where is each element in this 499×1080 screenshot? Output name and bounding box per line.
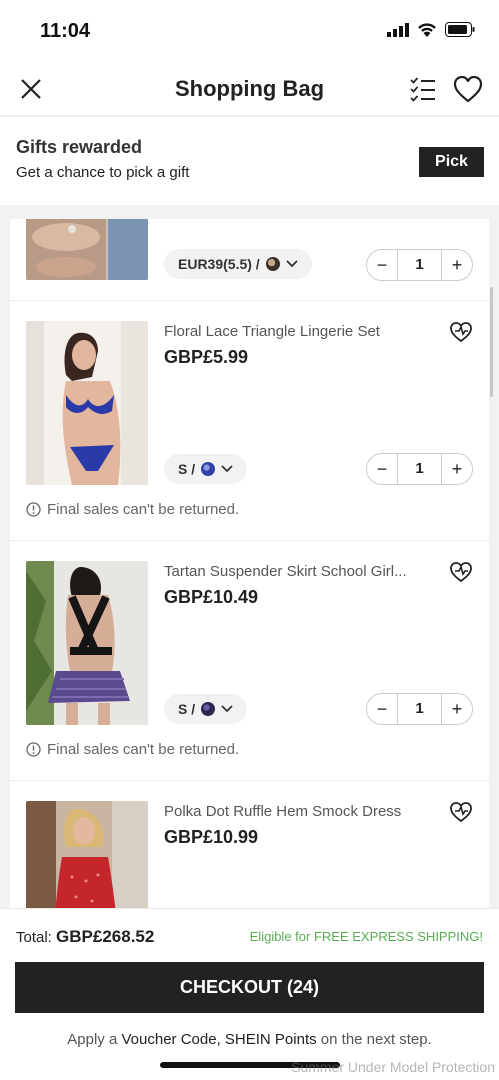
product-name[interactable]: Tartan Suspender Skirt School Girl... xyxy=(164,563,434,580)
scrollbar[interactable] xyxy=(490,287,493,397)
pick-button[interactable]: Pick xyxy=(419,147,484,177)
checkout-footer: Total: GBP£268.52 Eligible for FREE EXPR… xyxy=(0,908,499,1080)
product-image[interactable] xyxy=(26,801,148,909)
voucher-hint: Apply a Voucher Code, SHEIN Points on th… xyxy=(0,1031,499,1048)
product-price: GBP£10.49 xyxy=(164,587,259,607)
cart-item: Floral Lace Triangle Lingerie Set GBP£5.… xyxy=(10,301,489,541)
variant-label: S / xyxy=(178,461,196,477)
total-row: Total: GBP£268.52 xyxy=(16,927,154,947)
final-sale-notice: Final sales can't be returned. xyxy=(26,741,239,758)
cart-item: Tartan Suspender Skirt School Girl... GB… xyxy=(10,541,489,781)
signal-icon xyxy=(387,22,409,37)
gifts-banner: Gifts rewarded Get a chance to pick a gi… xyxy=(0,117,499,205)
quantity-stepper: − 1 + xyxy=(366,453,473,485)
voucher-code-link[interactable]: Voucher Code, xyxy=(122,1031,221,1048)
decrease-button[interactable]: − xyxy=(367,250,397,280)
apply-prefix: Apply a xyxy=(67,1031,118,1048)
color-swatch xyxy=(265,257,280,271)
color-swatch xyxy=(201,702,216,716)
header-bar: Shopping Bag xyxy=(0,62,499,116)
quantity-stepper: − 1 + xyxy=(366,249,473,281)
variant-label: S / xyxy=(178,701,196,717)
increase-button[interactable]: + xyxy=(442,454,472,484)
shopping-bag-screen: 11:04 Shopping Bag Gifts rewarded Get a … xyxy=(0,0,499,1080)
status-time: 11:04 xyxy=(40,20,91,42)
chevron-down-icon xyxy=(221,465,233,473)
heart-plus-icon[interactable] xyxy=(449,321,473,343)
increase-button[interactable]: + xyxy=(442,250,472,280)
decrease-button[interactable]: − xyxy=(367,694,397,724)
product-image[interactable] xyxy=(26,321,148,485)
variant-selector[interactable]: S / xyxy=(164,694,248,724)
gifts-subtitle: Get a chance to pick a gift xyxy=(16,164,190,181)
shein-points-link[interactable]: SHEIN Points xyxy=(225,1031,317,1048)
final-sale-text: Final sales can't be returned. xyxy=(47,501,240,518)
status-bar: 11:04 xyxy=(0,0,499,62)
apply-suffix: on the next step. xyxy=(320,1031,432,1048)
info-circle-icon xyxy=(26,502,41,517)
product-name[interactable]: Floral Lace Triangle Lingerie Set xyxy=(164,323,434,340)
color-swatch xyxy=(201,462,216,476)
chevron-down-icon xyxy=(286,260,298,268)
final-sale-notice: Final sales can't be returned. xyxy=(26,501,239,518)
product-name[interactable]: Polka Dot Ruffle Hem Smock Dress xyxy=(164,803,434,820)
heart-plus-icon[interactable] xyxy=(449,801,473,823)
variant-label: EUR39(5.5) / xyxy=(178,256,260,272)
decrease-button[interactable]: − xyxy=(367,454,397,484)
gifts-title: Gifts rewarded xyxy=(16,137,143,157)
quantity-value[interactable]: 1 xyxy=(397,250,442,280)
increase-button[interactable]: + xyxy=(442,694,472,724)
info-circle-icon xyxy=(26,742,41,757)
quantity-value[interactable]: 1 xyxy=(397,454,442,484)
product-image[interactable] xyxy=(26,219,148,280)
cart-item: Polka Dot Ruffle Hem Smock Dress GBP£10.… xyxy=(10,781,489,909)
quantity-stepper: − 1 + xyxy=(366,693,473,725)
free-shipping-notice: Eligible for FREE EXPRESS SHIPPING! xyxy=(249,929,483,944)
final-sale-text: Final sales can't be returned. xyxy=(47,741,240,758)
heart-icon[interactable] xyxy=(453,75,483,103)
variant-selector[interactable]: S / xyxy=(164,454,248,484)
product-image[interactable] xyxy=(26,561,148,725)
checklist-icon[interactable] xyxy=(409,75,437,103)
product-price: GBP£5.99 xyxy=(164,347,249,367)
variant-selector[interactable]: EUR39(5.5) / xyxy=(164,249,312,279)
product-price: GBP£10.99 xyxy=(164,827,259,847)
total-label: Total: xyxy=(16,929,52,946)
cart-list[interactable]: EUR39(5.5) / − 1 + Floral Lace Triangle … xyxy=(10,219,489,909)
status-icons xyxy=(387,22,475,37)
heart-plus-icon[interactable] xyxy=(449,561,473,583)
battery-icon xyxy=(445,22,475,37)
quantity-value[interactable]: 1 xyxy=(397,694,442,724)
wifi-icon xyxy=(418,23,436,37)
watermark-text: Summer Under Model Protection xyxy=(291,1059,495,1075)
chevron-down-icon xyxy=(221,705,233,713)
cart-item: EUR39(5.5) / − 1 + xyxy=(10,219,489,301)
total-value: GBP£268.52 xyxy=(56,927,155,946)
checkout-button[interactable]: CHECKOUT (24) xyxy=(15,962,484,1013)
